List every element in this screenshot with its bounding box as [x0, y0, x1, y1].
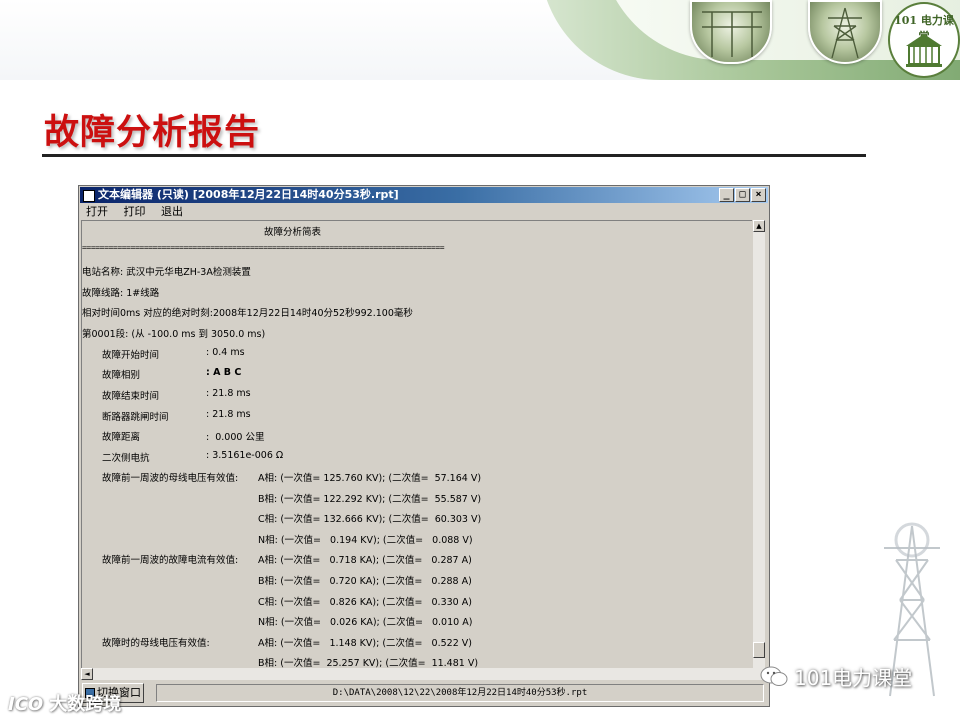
- group-label: 故障时的母线电压有效值:: [102, 638, 210, 649]
- field-value: : A B C: [206, 367, 242, 378]
- watermark-right: 101电力课堂: [760, 662, 912, 690]
- tower-photo: [808, 0, 882, 64]
- report-text-area[interactable]: 故障分析简表 =================================…: [81, 220, 752, 669]
- window-titlebar[interactable]: 文本编辑器 (只读) [2008年12月22日14时40分53秒.rpt] _ …: [80, 187, 768, 203]
- field-label: 二次侧电抗: [102, 453, 150, 464]
- window-title: 文本编辑器 (只读) [2008年12月22日14时40分53秒.rpt]: [98, 188, 399, 201]
- vertical-scrollbar[interactable]: ▲: [753, 220, 765, 668]
- field-label: 断路器跳闸时间: [102, 412, 169, 423]
- status-bar: 切换窗口 D:\DATA\2008\12\22\2008年12月22日14时40…: [80, 682, 768, 704]
- substation-photo: [690, 0, 772, 64]
- menu-exit[interactable]: 退出: [155, 204, 189, 220]
- field-value: : 21.8 ms: [206, 388, 251, 399]
- watermark-right-text: 101电力课堂: [794, 665, 913, 690]
- maximize-button[interactable]: □: [735, 188, 750, 202]
- title-divider: [42, 154, 866, 157]
- watermark-left: ICO 大数跨境: [8, 690, 121, 716]
- report-separator: ========================================…: [82, 243, 445, 252]
- field-value: : 0.4 ms: [206, 347, 245, 358]
- minimize-button[interactable]: _: [719, 188, 734, 202]
- substation-lines-icon: [702, 11, 762, 57]
- menu-open[interactable]: 打开: [80, 204, 114, 220]
- horizontal-scrollbar[interactable]: ◄: [81, 668, 765, 680]
- fault-line: 故障线路: 1#线路: [82, 288, 160, 299]
- group-row: N相: (一次值= 0.194 KV); (二次值= 0.088 V): [258, 535, 473, 546]
- group-row: C相: (一次值= 0.826 KA); (二次值= 0.330 A): [258, 597, 472, 608]
- field-label: 故障距离: [102, 432, 141, 443]
- window-controls: _ □ ×: [719, 188, 766, 202]
- scroll-thumb[interactable]: [753, 642, 765, 658]
- logo-badge: 101 电力课堂: [888, 2, 960, 78]
- group-row: A相: (一次值= 125.760 KV); (二次值= 57.164 V): [258, 473, 482, 484]
- scroll-left-arrow-icon[interactable]: ◄: [81, 668, 93, 680]
- menu-bar: 打开 打印 退出: [80, 204, 768, 220]
- relative-time: 相对时间0ms 对应的绝对时刻:2008年12月22日14时40分52秒992.…: [82, 308, 413, 319]
- group-row: C相: (一次值= 132.666 KV); (二次值= 60.303 V): [258, 514, 482, 525]
- scroll-up-arrow-icon[interactable]: ▲: [753, 220, 765, 232]
- field-label: 故障开始时间: [102, 350, 160, 361]
- header-banner: 101 电力课堂: [0, 0, 960, 80]
- field-value: : 21.8 ms: [206, 409, 251, 420]
- group-row: A相: (一次值= 0.718 KA); (二次值= 0.287 A): [258, 555, 472, 566]
- field-label: 故障相别: [102, 370, 141, 381]
- field-value: : 0.000 公里: [206, 432, 265, 443]
- logo-building-icon: [906, 34, 942, 67]
- page-title: 故障分析报告: [44, 112, 261, 153]
- group-row: A相: (一次值= 1.148 KV); (二次值= 0.522 V): [258, 638, 472, 649]
- group-row: B相: (一次值= 122.292 KV); (二次值= 55.587 V): [258, 494, 482, 505]
- group-row: N相: (一次值= 0.026 KA); (二次值= 0.010 A): [258, 617, 473, 628]
- watermark-left-text: 大数跨境: [49, 694, 122, 715]
- segment-range: 第0001段: (从 -100.0 ms 到 3050.0 ms): [82, 329, 266, 340]
- power-tower-icon: [828, 7, 862, 59]
- field-label: 故障结束时间: [102, 391, 160, 402]
- wechat-icon: [760, 666, 788, 686]
- menu-print[interactable]: 打印: [118, 204, 152, 220]
- field-value: : 3.5161e-006 Ω: [206, 450, 284, 461]
- report-heading: 故障分析简表: [264, 227, 322, 238]
- group-row: B相: (一次值= 25.257 KV); (二次值= 11.481 V): [258, 658, 479, 669]
- file-path-field: D:\DATA\2008\12\22\2008年12月22日14时40分53秒.…: [156, 684, 764, 702]
- group-label: 故障前一周波的母线电压有效值:: [102, 473, 239, 484]
- text-editor-window: 文本编辑器 (只读) [2008年12月22日14时40分53秒.rpt] _ …: [78, 185, 770, 707]
- group-row: B相: (一次值= 0.720 KA); (二次值= 0.288 A): [258, 576, 472, 587]
- close-button[interactable]: ×: [751, 188, 766, 202]
- group-label: 故障前一周波的故障电流有效值:: [102, 555, 239, 566]
- watermark-mark: ICO: [8, 694, 44, 715]
- station-name: 电站名称: 武汉中元华电ZH-3A检测装置: [82, 267, 251, 278]
- editor-app-icon: [83, 190, 95, 202]
